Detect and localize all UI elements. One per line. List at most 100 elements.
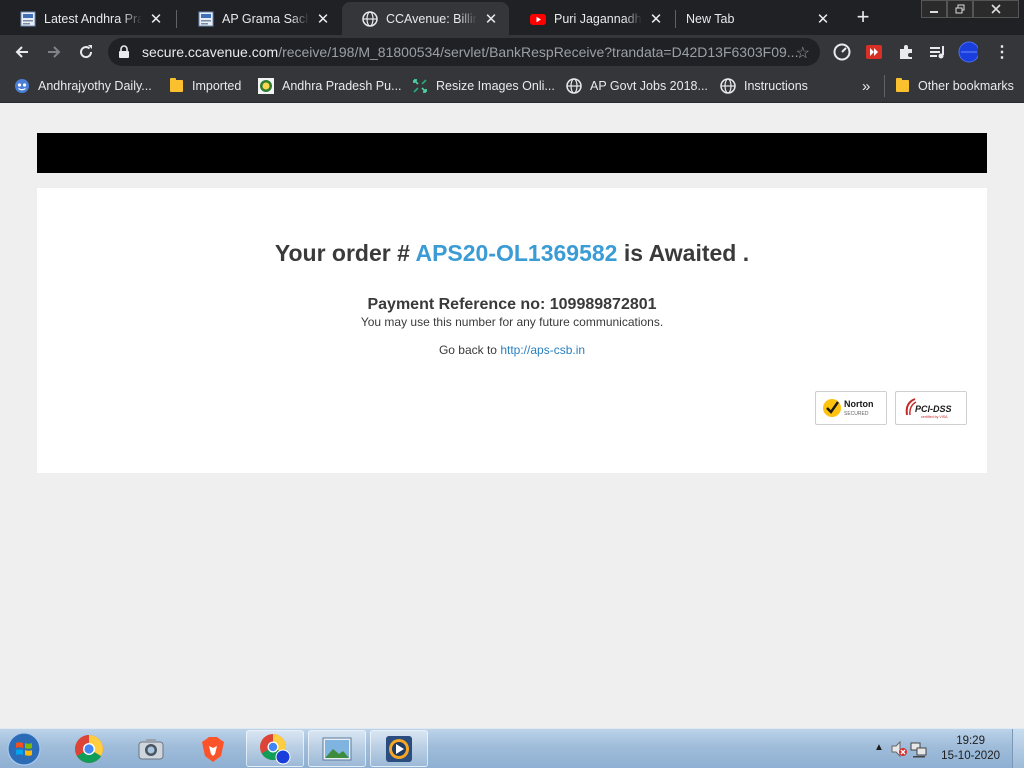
browser-toolbar: secure.ccavenue.com/receive/198/M_818005… (0, 35, 1024, 69)
media-extension-icon[interactable] (864, 42, 884, 62)
page-content: Your order # APS20-OL1369582 is Awaited … (0, 103, 1024, 728)
bookmark-label: Instructions (744, 79, 808, 93)
go-back-link[interactable]: http://aps-csb.in (500, 343, 585, 357)
order-status: is Awaited . (623, 240, 750, 266)
taskbar-media-player[interactable] (370, 730, 428, 767)
bookmarks-divider (884, 75, 885, 97)
show-desktop-button[interactable] (1012, 729, 1024, 768)
globe-icon (566, 78, 582, 94)
speedometer-extension-icon[interactable] (832, 42, 852, 62)
media-queue-icon[interactable] (928, 42, 948, 62)
tab-separator (176, 10, 177, 28)
payment-reference: Payment Reference no: 109989872801 (367, 296, 657, 313)
tab-puri-jagannadh[interactable]: Puri Jagannadh, Ka ✕ (510, 2, 674, 35)
bookmark-instructions[interactable]: Instructions (720, 76, 808, 96)
bookmark-andhrajyothy[interactable]: Andhrajyothy Daily... (14, 76, 152, 96)
restore-button[interactable] (947, 0, 973, 18)
bookmark-label: Andhrajyothy Daily... (38, 79, 152, 93)
folder-icon (894, 78, 910, 94)
taskbar-chrome-profile[interactable] (246, 730, 304, 767)
close-icon[interactable]: ✕ (315, 11, 331, 28)
clock-date: 15-10-2020 (941, 750, 1000, 762)
bookmark-label: Other bookmarks (918, 79, 1014, 93)
tray-expand-icon[interactable]: ▲ (874, 742, 884, 753)
arrow-right-icon (48, 46, 61, 58)
pci-dss-badge[interactable]: PCI-DSS certified by VISA (895, 391, 967, 425)
tab-title: Puri Jagannadh, Ka (554, 11, 642, 26)
network-icon[interactable] (910, 741, 928, 764)
bookmark-label: AP Govt Jobs 2018... (590, 79, 708, 93)
window-controls (921, 0, 1019, 18)
brave-icon (202, 736, 224, 762)
youtube-icon (530, 11, 546, 27)
order-prefix: Your order # (274, 240, 410, 266)
bookmark-resize-images[interactable]: Resize Images Onli... (412, 76, 555, 96)
folder-icon (168, 78, 184, 94)
tab-strip: Latest Andhra Prade ✕ AP Grama Sachivala… (0, 0, 1024, 35)
close-icon[interactable]: ✕ (148, 11, 164, 28)
back-button[interactable] (10, 40, 34, 64)
go-back-text: Go back to (438, 343, 497, 357)
bookmark-ap-govt-jobs[interactable]: AP Govt Jobs 2018... (566, 76, 708, 96)
go-back-line: Go back to http://aps-csb.in (37, 343, 987, 357)
tab-title: New Tab (686, 11, 735, 26)
norton-title: Norton (844, 399, 874, 409)
norton-secured-badge[interactable]: Norton SECURED (815, 391, 887, 425)
news-icon (198, 11, 214, 27)
close-icon[interactable]: ✕ (648, 11, 664, 28)
bookmark-andhra-pradesh[interactable]: Andhra Pradesh Pu... (258, 76, 402, 96)
url-path: /receive/198/M_81800534/servlet/BankResp… (278, 44, 799, 60)
pci-subtitle: certified by VISA (921, 415, 948, 419)
media-player-icon (386, 735, 412, 762)
taskbar-brave[interactable] (184, 730, 242, 767)
taskbar-chrome[interactable] (60, 730, 118, 767)
bookmark-label: Andhra Pradesh Pu... (282, 79, 402, 93)
taskbar-camera-app[interactable] (122, 730, 180, 767)
windows-start-icon (7, 732, 41, 766)
windows-taskbar: ▲ 19:29 15-10-2020 (0, 728, 1024, 768)
taskbar-photo-viewer[interactable] (308, 730, 366, 767)
norton-check-icon: Norton SECURED (823, 399, 874, 417)
reload-button[interactable] (74, 40, 98, 64)
profile-avatar[interactable] (958, 41, 978, 63)
bookmark-other-bookmarks[interactable]: Other bookmarks (894, 76, 1014, 96)
ap-emblem-icon (258, 78, 274, 94)
photo-viewer-icon (322, 737, 352, 760)
bookmark-label: Resize Images Onli... (436, 79, 555, 93)
tab-title: AP Grama Sachivala (222, 11, 309, 26)
close-icon[interactable]: ✕ (483, 11, 499, 28)
arrow-left-icon (15, 46, 28, 58)
window-close-button[interactable] (973, 0, 1019, 18)
bookmarks-overflow-button[interactable]: » (862, 76, 870, 96)
forward-button[interactable] (42, 40, 66, 64)
bookmark-imported[interactable]: Imported (168, 76, 241, 96)
header-bar (37, 133, 987, 173)
bookmarks-bar: Andhrajyothy Daily... Imported Andhra Pr… (0, 69, 1024, 103)
clock-time: 19:29 (956, 735, 985, 747)
tab-title: CCAvenue: Billing S (386, 11, 477, 26)
tab-new-tab[interactable]: New Tab ✕ (676, 2, 841, 35)
globe-icon (720, 78, 736, 94)
system-clock[interactable]: 19:29 15-10-2020 (941, 734, 1000, 764)
tab-ap-grama[interactable]: AP Grama Sachivala ✕ (178, 2, 341, 35)
volume-muted-icon[interactable] (890, 740, 908, 763)
lock-icon[interactable] (118, 45, 130, 64)
more-menu-icon[interactable]: ⋮ (992, 42, 1012, 62)
close-icon[interactable]: ✕ (815, 11, 831, 28)
reload-icon (80, 45, 93, 59)
tab-title: Latest Andhra Prade (44, 11, 142, 26)
puzzle-extensions-icon[interactable] (896, 42, 916, 62)
minimize-button[interactable] (921, 0, 947, 18)
tab-ccavenue[interactable]: CCAvenue: Billing S ✕ (342, 2, 509, 35)
pci-dss-icon: PCI-DSS certified by VISA (905, 398, 952, 419)
address-bar[interactable]: secure.ccavenue.com/receive/198/M_818005… (108, 38, 820, 66)
pci-title: PCI-DSS (915, 404, 952, 414)
tab-latest-andhra[interactable]: Latest Andhra Prade ✕ (0, 2, 174, 35)
news-icon (20, 11, 36, 27)
bookmark-label: Imported (192, 79, 242, 93)
start-button[interactable] (4, 730, 44, 768)
resize-icon (412, 78, 428, 94)
new-tab-button[interactable]: + (852, 6, 874, 29)
order-status-heading: Your order # APS20-OL1369582 is Awaited … (37, 240, 987, 267)
star-icon[interactable]: ☆ (796, 43, 810, 63)
